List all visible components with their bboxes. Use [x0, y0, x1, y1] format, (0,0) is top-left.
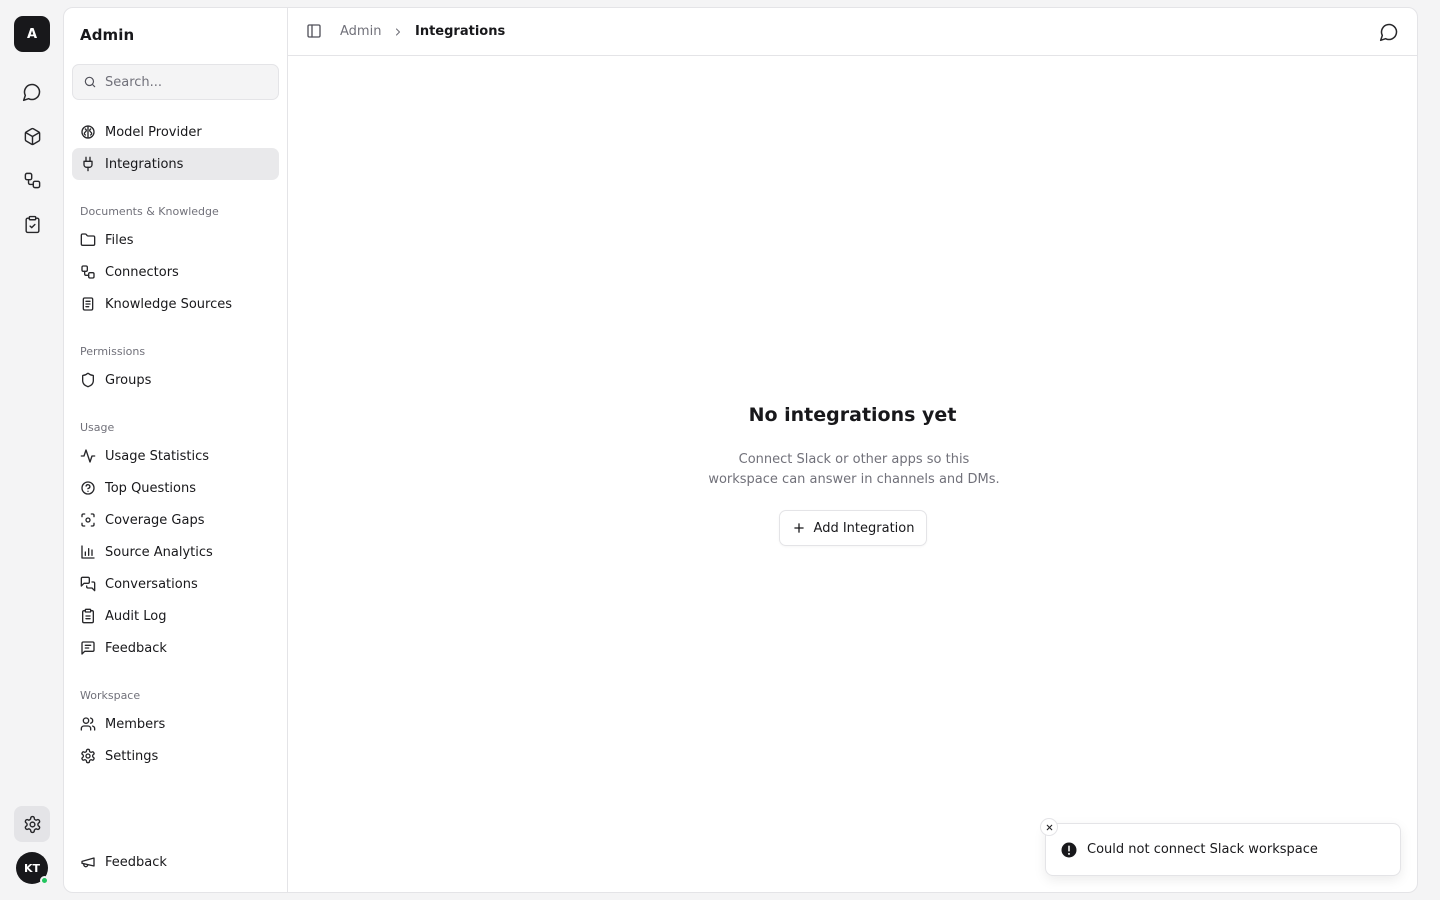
empty-state-description-line: workspace can answer in channels and DMs… — [708, 472, 1000, 487]
sidebar-item-label: Audit Log — [105, 608, 167, 624]
sidebar-item-label: Settings — [105, 748, 159, 764]
close-icon — [1045, 823, 1054, 832]
sidebar-item-model-provider[interactable]: Model Provider — [72, 116, 279, 148]
sidebar-item-label: Feedback — [105, 854, 167, 870]
sidebar-item-label: Top Questions — [105, 480, 196, 496]
sidebar-item-label: Model Provider — [105, 124, 202, 140]
sidebar-section-title: Workspace — [80, 689, 141, 702]
sidebar-item-integrations[interactable]: Integrations — [72, 148, 279, 180]
gear-icon — [23, 815, 42, 834]
sidebar-section-title: Documents & Knowledge — [80, 205, 219, 218]
empty-state-description: Connect Slack or other apps so this work… — [704, 450, 1004, 490]
sidebar-footer-feedback[interactable]: Feedback — [72, 846, 279, 878]
sidebar-item-knowledge-sources[interactable]: Knowledge Sources — [72, 288, 279, 320]
empty-state-description-line: Connect Slack or other apps so this — [738, 452, 970, 467]
sidebar-item-label: Usage Statistics — [105, 448, 210, 464]
cube-icon — [23, 127, 42, 146]
sidebar-item-label: Conversations — [105, 576, 198, 592]
sidebar-item-feedback[interactable]: Feedback — [72, 632, 279, 664]
message-square-icon — [80, 640, 96, 656]
page-header: Admin Integrations — [288, 8, 1417, 56]
add-integration-label: Add Integration — [813, 520, 915, 536]
sidebar-search[interactable] — [72, 64, 279, 100]
breadcrumb-current: Integrations — [415, 24, 506, 39]
sidebar-item-label: Members — [105, 716, 166, 732]
online-status-dot — [40, 876, 49, 885]
sidebar-item-label: Connectors — [105, 264, 179, 280]
clipboard-icon — [80, 608, 96, 624]
sidebar-toggle-icon[interactable] — [306, 23, 324, 41]
sidebar-item-label: Knowledge Sources — [105, 296, 233, 312]
gear-icon — [80, 748, 96, 764]
toast-close-button[interactable] — [1040, 818, 1058, 836]
sidebar-item-coverage-gaps[interactable]: Coverage Gaps — [72, 504, 279, 536]
rail-tasks-button[interactable] — [14, 206, 50, 242]
plus-icon — [792, 521, 806, 535]
sidebar-item-connectors[interactable]: Connectors — [72, 256, 279, 288]
clipboard-check-icon — [23, 215, 42, 234]
chat-bubble-icon — [22, 82, 42, 102]
shield-icon — [80, 372, 96, 388]
users-icon — [80, 716, 96, 732]
question-icon — [80, 480, 96, 496]
toast-message: Could not connect Slack workspace — [1087, 842, 1318, 857]
sidebar-item-label: Source Analytics — [105, 544, 213, 560]
main-panel: Admin Model Provider Integrations Docume… — [63, 7, 1418, 893]
rail-settings-button[interactable] — [14, 806, 50, 842]
sidebar-item-label: Feedback — [105, 640, 167, 656]
rail-workflows-button[interactable] — [14, 162, 50, 198]
chevron-right-icon — [392, 26, 404, 38]
search-input[interactable] — [105, 74, 265, 90]
sidebar-item-source-analytics[interactable]: Source Analytics — [72, 536, 279, 568]
sidebar-item-label: Groups — [105, 372, 152, 388]
sidebar-item-files[interactable]: Files — [72, 224, 279, 256]
search-icon — [83, 75, 97, 89]
sidebar-section-title: Usage — [80, 421, 115, 434]
sidebar-title: Admin — [80, 26, 135, 44]
bar-chart-icon — [80, 544, 96, 560]
sidebar-item-top-questions[interactable]: Top Questions — [72, 472, 279, 504]
breadcrumb-admin[interactable]: Admin — [340, 24, 381, 39]
workflow-icon — [23, 171, 42, 190]
sidebar-item-usage-statistics[interactable]: Usage Statistics — [72, 440, 279, 472]
admin-sidebar: Admin Model Provider Integrations Docume… — [64, 8, 288, 892]
sidebar-item-audit-log[interactable]: Audit Log — [72, 600, 279, 632]
scan-icon — [80, 512, 96, 528]
empty-state-title: No integrations yet — [748, 404, 957, 426]
sidebar-item-conversations[interactable]: Conversations — [72, 568, 279, 600]
error-toast: Could not connect Slack workspace — [1045, 823, 1401, 876]
plug-icon — [80, 156, 96, 172]
conversations-icon — [80, 576, 96, 592]
folder-icon — [80, 232, 96, 248]
sidebar-item-label: Integrations — [105, 156, 184, 172]
sidebar-item-settings[interactable]: Settings — [72, 740, 279, 772]
megaphone-icon — [80, 854, 96, 870]
alert-circle-icon — [1060, 841, 1078, 859]
activity-icon — [80, 448, 96, 464]
sidebar-item-members[interactable]: Members — [72, 708, 279, 740]
sidebar-item-label: Files — [105, 232, 134, 248]
sidebar-section-title: Permissions — [80, 345, 146, 358]
app-rail: A KT — [0, 0, 64, 900]
chat-bubble-icon[interactable] — [1379, 22, 1399, 42]
sidebar-item-groups[interactable]: Groups — [72, 364, 279, 396]
rail-agents-button[interactable] — [14, 118, 50, 154]
document-icon — [80, 296, 96, 312]
sidebar-item-label: Coverage Gaps — [105, 512, 205, 528]
workspace-logo[interactable]: A — [14, 16, 50, 52]
model-icon — [80, 124, 96, 140]
add-integration-button[interactable]: Add Integration — [779, 510, 927, 546]
rail-chat-button[interactable] — [14, 74, 50, 110]
connectors-icon — [80, 264, 96, 280]
